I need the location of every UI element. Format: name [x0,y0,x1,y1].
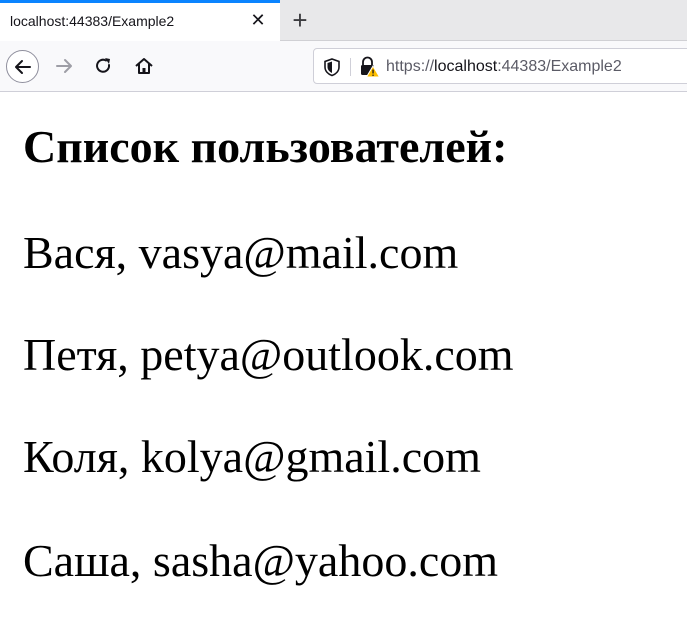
url-text[interactable]: https://localhost:44383/Example2 [386,58,622,76]
home-icon [135,58,153,74]
list-item: Коля, kolya@gmail.com [23,431,481,482]
tab-title: localhost:44383/Example2 [10,13,175,29]
new-tab-button[interactable]: + [286,6,314,34]
lock-warning-icon[interactable] [358,56,380,78]
reload-icon [96,58,111,73]
list-item: Вася, vasya@mail.com [23,227,459,278]
page-title: Список пользователей: [23,121,508,172]
arrow-right-icon [56,59,72,73]
home-button[interactable] [128,50,160,82]
list-item: Петя, petya@outlook.com [23,329,514,380]
tab-active[interactable]: localhost:44383/Example2 ✕ [0,0,280,41]
url-path: :44383/Example2 [497,58,622,75]
arrow-left-icon [14,59,31,74]
address-bar[interactable]: https://localhost:44383/Example2 [313,48,687,84]
address-separator [350,58,351,76]
url-scheme: https:// [386,58,435,75]
tab-strip: localhost:44383/Example2 ✕ + [0,0,687,41]
reload-button[interactable] [88,50,120,82]
tab-active-indicator [0,0,280,3]
list-item: Саша, sasha@yahoo.com [23,535,499,586]
url-host: localhost [434,58,498,75]
close-icon[interactable]: ✕ [248,9,268,31]
forward-button[interactable] [48,50,80,82]
shield-icon[interactable] [322,57,342,77]
navigation-toolbar: https://localhost:44383/Example2 [0,41,687,92]
back-button[interactable] [6,50,39,83]
